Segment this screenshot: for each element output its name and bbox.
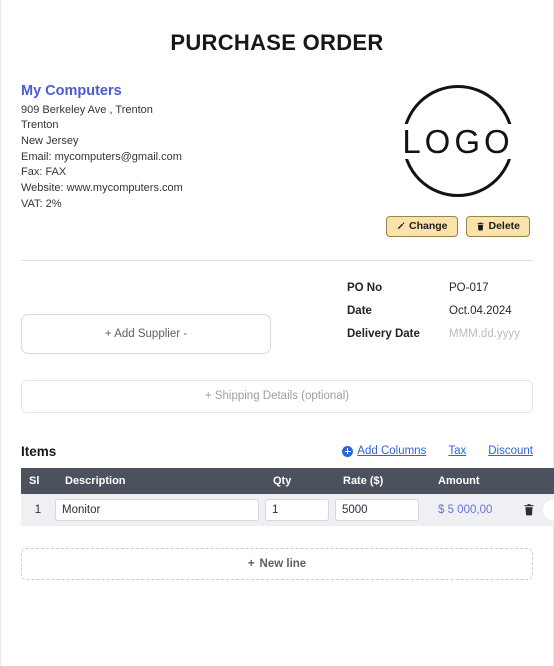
row-serial-number: 1 bbox=[21, 493, 55, 526]
logo-actions: Change Delete bbox=[385, 216, 531, 237]
row-amount-value: $ 5 000,00 bbox=[425, 493, 523, 526]
discount-link[interactable]: Discount bbox=[488, 445, 533, 457]
items-table: Sl Description Qty Rate ($) Amount 1 Mon… bbox=[21, 467, 554, 526]
delete-logo-label: Delete bbox=[488, 220, 521, 232]
company-logo: LOGO bbox=[393, 82, 523, 200]
company-website-line: Website: www.mycomputers.com bbox=[21, 181, 183, 194]
section-divider bbox=[21, 259, 533, 261]
items-table-body: 1 $ 5 000,00 bbox=[21, 493, 554, 526]
row-qty-cell bbox=[265, 493, 335, 526]
logo-section: LOGO Change Delete bbox=[383, 82, 533, 237]
po-date-row: Date Oct.04.2024 bbox=[347, 305, 533, 317]
column-header-rate: Rate ($) bbox=[335, 467, 425, 494]
po-delivery-date-row: Delivery Date MMM.dd.yyyy bbox=[347, 328, 533, 340]
po-number-value[interactable]: PO-017 bbox=[443, 282, 533, 294]
column-header-qty: Qty bbox=[265, 467, 335, 494]
add-new-line-label: New line bbox=[259, 557, 307, 570]
company-email-line: Email: mycomputers@gmail.com bbox=[21, 150, 182, 163]
add-supplier-button[interactable]: + Add Supplier - bbox=[21, 313, 271, 354]
pencil-icon bbox=[396, 222, 405, 231]
add-shipping-details-label: + Shipping Details (optional) bbox=[204, 390, 350, 403]
trash-icon bbox=[476, 222, 485, 231]
row-rate-cell bbox=[335, 493, 425, 526]
po-delivery-date-value[interactable]: MMM.dd.yyyy bbox=[443, 328, 533, 340]
po-date-label: Date bbox=[347, 304, 372, 317]
items-heading: Items bbox=[21, 443, 57, 459]
column-header-actions bbox=[523, 467, 554, 494]
company-vat-line: VAT: 2% bbox=[21, 197, 62, 210]
add-shipping-details-button[interactable]: + Shipping Details (optional) bbox=[21, 379, 533, 413]
po-delivery-date-label: Delivery Date bbox=[347, 327, 420, 340]
description-input[interactable] bbox=[55, 498, 259, 521]
row-description-cell bbox=[55, 493, 265, 526]
items-actions: Add Columns Tax Discount bbox=[342, 445, 533, 457]
qty-input[interactable] bbox=[265, 498, 329, 521]
company-city-line: Trenton bbox=[21, 119, 59, 132]
items-table-header: Sl Description Qty Rate ($) Amount bbox=[21, 467, 554, 494]
column-header-description: Description bbox=[55, 467, 265, 494]
tax-link[interactable]: Tax bbox=[448, 445, 466, 457]
row-actions-cell bbox=[523, 493, 554, 526]
purchase-order-page: PURCHASE ORDER My Computers 909 Berkeley… bbox=[0, 0, 554, 666]
po-date-value[interactable]: Oct.04.2024 bbox=[443, 305, 533, 317]
add-columns-link[interactable]: Add Columns bbox=[342, 445, 426, 457]
add-columns-label: Add Columns bbox=[357, 445, 427, 458]
add-supplier-label: + Add Supplier - bbox=[104, 327, 188, 340]
plus-icon: + bbox=[247, 557, 255, 570]
items-toolbar: Items Add Columns Tax Discount bbox=[21, 444, 533, 459]
page-title: PURCHASE ORDER bbox=[170, 30, 384, 55]
po-meta: PO No PO-017 Date Oct.04.2024 Delivery D… bbox=[347, 282, 533, 351]
column-header-sl: Sl bbox=[21, 467, 55, 494]
rate-input[interactable] bbox=[335, 498, 419, 521]
company-address-line: 909 Berkeley Ave , Trenton bbox=[21, 103, 153, 116]
company-fax-line: Fax: FAX bbox=[21, 166, 67, 179]
delete-logo-button[interactable]: Delete bbox=[465, 216, 531, 237]
change-logo-button[interactable]: Change bbox=[385, 216, 458, 237]
logo-text: LOGO bbox=[402, 122, 514, 160]
plus-circle-icon bbox=[342, 445, 354, 457]
column-header-amount: Amount bbox=[425, 467, 523, 494]
company-name: My Computers bbox=[21, 83, 122, 99]
company-state-line: New Jersey bbox=[21, 135, 79, 148]
company-details: My Computers 909 Berkeley Ave , Trenton … bbox=[21, 82, 271, 212]
row-options-dropdown[interactable] bbox=[543, 499, 554, 520]
supplier-and-meta-section: + Add Supplier - PO No PO-017 Date Oct.0… bbox=[21, 282, 533, 354]
change-logo-label: Change bbox=[408, 220, 448, 232]
po-number-row: PO No PO-017 bbox=[347, 282, 533, 294]
delete-row-button[interactable] bbox=[523, 503, 535, 516]
add-new-line-button[interactable]: + New line bbox=[21, 547, 533, 580]
table-row: 1 $ 5 000,00 bbox=[21, 493, 554, 526]
items-header-row: Sl Description Qty Rate ($) Amount bbox=[21, 467, 554, 494]
header-section: My Computers 909 Berkeley Ave , Trenton … bbox=[21, 82, 533, 237]
po-number-label: PO No bbox=[347, 281, 383, 294]
